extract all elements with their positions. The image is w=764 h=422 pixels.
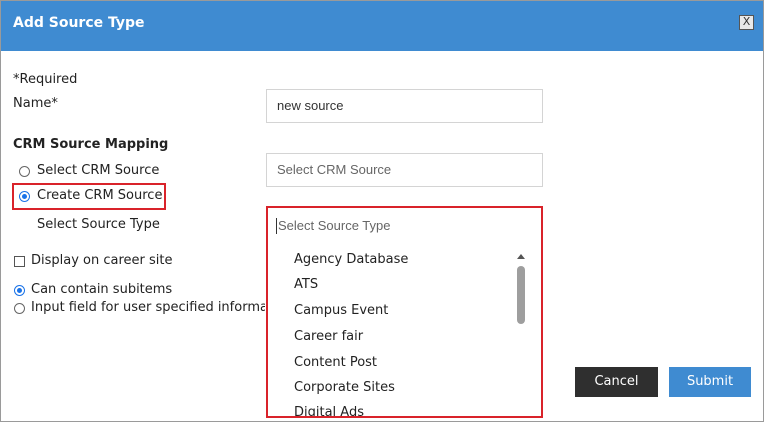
list-item[interactable]: Digital Ads <box>294 405 364 416</box>
list-item[interactable]: Content Post <box>294 355 377 370</box>
crm-mapping-heading: CRM Source Mapping <box>13 137 169 152</box>
source-type-dropdown[interactable]: Select Source Type Agency Database ATS C… <box>266 206 543 418</box>
select-crm-source-radio[interactable] <box>19 166 30 177</box>
name-label: Name* <box>13 96 58 111</box>
display-career-site-checkbox[interactable] <box>14 256 25 267</box>
create-crm-source-label[interactable]: Create CRM Source <box>37 188 162 203</box>
source-type-label: Select Source Type <box>37 217 160 232</box>
name-input[interactable]: new source <box>266 89 543 123</box>
required-note: *Required <box>13 72 78 87</box>
input-field-label[interactable]: Input field for user specified informat <box>31 300 265 315</box>
display-career-site-label[interactable]: Display on career site <box>31 253 173 268</box>
list-item[interactable]: Campus Event <box>294 303 388 318</box>
scroll-up-arrow-icon[interactable] <box>517 254 525 259</box>
list-item[interactable]: Career fair <box>294 329 363 344</box>
dropdown-scrollbar[interactable] <box>514 248 528 416</box>
dialog-titlebar: Add Source Type X <box>1 1 763 51</box>
create-crm-source-radio[interactable] <box>19 191 30 202</box>
input-field-radio[interactable] <box>14 303 25 314</box>
dialog-title: Add Source Type <box>13 15 145 31</box>
close-icon[interactable]: X <box>739 15 754 30</box>
select-crm-source-label[interactable]: Select CRM Source <box>37 163 159 178</box>
list-item[interactable]: ATS <box>294 277 318 292</box>
add-source-type-dialog: Add Source Type X *Required Name* new so… <box>0 0 764 422</box>
scrollbar-thumb[interactable] <box>517 266 525 324</box>
can-contain-subitems-label[interactable]: Can contain subitems <box>31 282 172 297</box>
source-type-search-input[interactable]: Select Source Type <box>276 218 391 234</box>
can-contain-subitems-radio[interactable] <box>14 285 25 296</box>
submit-button[interactable]: Submit <box>669 367 751 397</box>
cancel-button[interactable]: Cancel <box>575 367 658 397</box>
list-item[interactable]: Corporate Sites <box>294 380 395 395</box>
list-item[interactable]: Agency Database <box>294 252 408 267</box>
crm-source-select[interactable]: Select CRM Source <box>266 153 543 187</box>
